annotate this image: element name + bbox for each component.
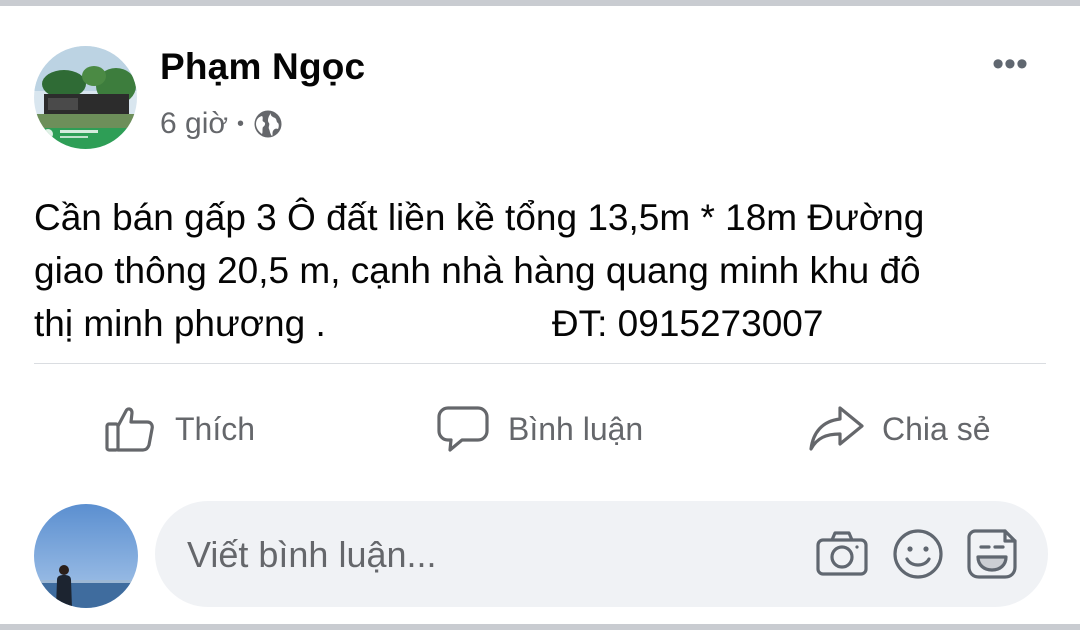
meta-separator: • (237, 112, 245, 135)
like-label: Thích (175, 410, 256, 447)
comment-icon (436, 402, 490, 456)
divider (34, 363, 1046, 364)
camera-icon[interactable] (815, 527, 869, 581)
emoji-icon[interactable] (891, 527, 945, 581)
comment-button[interactable]: Bình luận (436, 398, 643, 460)
sticker-icon[interactable] (965, 527, 1019, 581)
comment-composer (155, 501, 1048, 607)
share-button[interactable]: Chia sẻ (808, 398, 991, 460)
share-label: Chia sẻ (882, 410, 991, 447)
like-icon (103, 402, 157, 456)
more-options-icon[interactable]: ••• (982, 44, 1038, 84)
post-meta: 6 giờ • (160, 104, 283, 144)
share-icon (808, 402, 864, 456)
comment-input[interactable] (185, 526, 789, 584)
like-button[interactable]: Thích (103, 398, 255, 460)
post-time[interactable]: 6 giờ (160, 107, 228, 141)
post-card: Phạm Ngọc 6 giờ • ••• Cần bán gấp 3 Ô đấ… (0, 6, 1080, 624)
current-user-avatar[interactable] (34, 504, 138, 608)
comment-label: Bình luận (508, 410, 644, 447)
post-text: Cần bán gấp 3 Ô đất liền kề tổng 13,5m *… (34, 197, 925, 344)
author-avatar[interactable] (34, 46, 137, 149)
author-name[interactable]: Phạm Ngọc (160, 46, 365, 88)
globe-icon (253, 109, 283, 139)
